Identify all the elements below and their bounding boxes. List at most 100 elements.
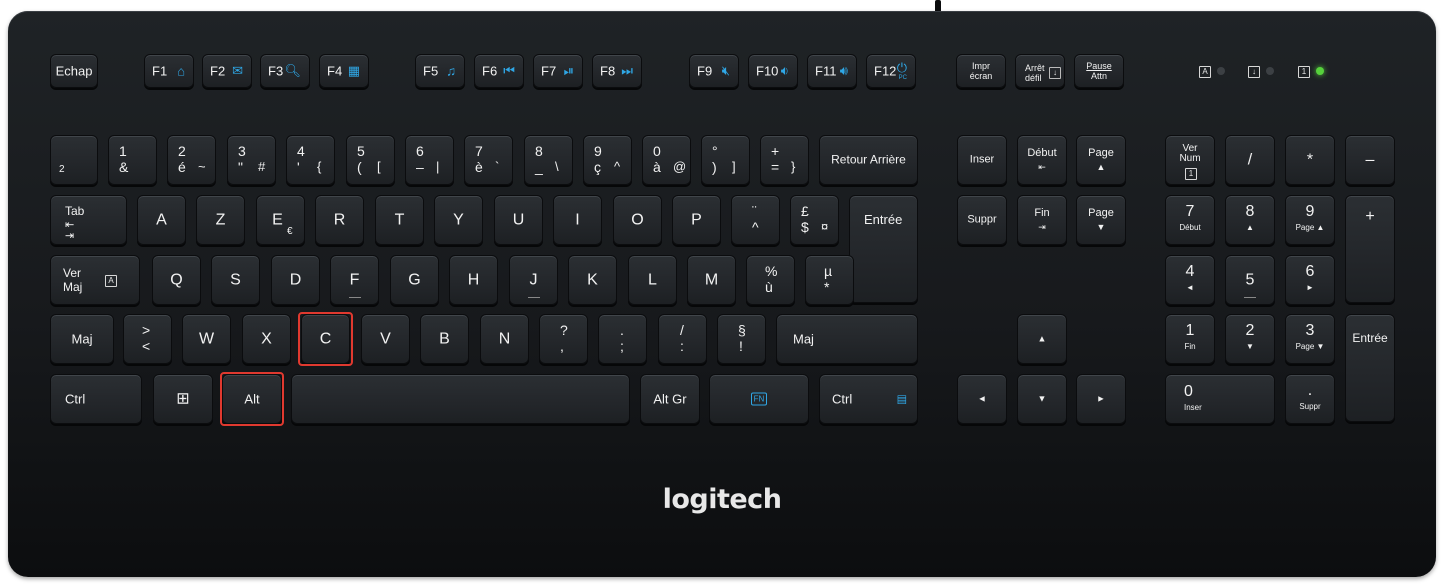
key-less-greater[interactable]: > < [123, 314, 172, 364]
key-inser[interactable]: Inser [957, 135, 1007, 185]
key-left-ctrl[interactable]: Ctrl [50, 374, 142, 424]
key-kp-multiply[interactable]: * [1285, 135, 1335, 185]
key-f[interactable]: F [330, 255, 379, 305]
key-right-ctrl[interactable]: Ctrl ▤ [819, 374, 918, 424]
key-f1[interactable]: F1 ⌂ [144, 54, 194, 88]
key-1[interactable]: 1 & [108, 135, 157, 185]
key-arrow-left[interactable]: ◄ [957, 374, 1007, 424]
key-kp-1[interactable]: 1 Fin [1165, 314, 1215, 364]
key-space[interactable] [291, 374, 630, 424]
key-kp-4[interactable]: 4 ◄ [1165, 255, 1215, 305]
key-w[interactable]: W [182, 314, 231, 364]
key-3[interactable]: 3 " # [227, 135, 276, 185]
key-d[interactable]: D [271, 255, 320, 305]
key-v[interactable]: V [361, 314, 410, 364]
key-arrow-up[interactable]: ▲ [1017, 314, 1067, 364]
key-2[interactable]: 2 é ~ [167, 135, 216, 185]
key-kp-6[interactable]: 6 ► [1285, 255, 1335, 305]
key-kp-3[interactable]: 3 Page ▼ [1285, 314, 1335, 364]
key-kp-5[interactable]: 5 [1225, 255, 1275, 305]
key-fn[interactable]: FN [709, 374, 809, 424]
key-semicolon[interactable]: .; [598, 314, 647, 364]
key-degree[interactable]: °)] [701, 135, 750, 185]
key-page-up[interactable]: Page ▲ [1076, 135, 1126, 185]
key-trema[interactable]: ¨ ^ [731, 195, 780, 245]
key-kp-enter[interactable]: Entrée [1345, 314, 1395, 422]
key-right-shift[interactable]: Maj [776, 314, 918, 364]
key-f11[interactable]: F11 🔊︎ [807, 54, 857, 88]
key-enter[interactable]: Entrée [849, 195, 918, 303]
key-5[interactable]: 5([ [346, 135, 395, 185]
key-alt-gr[interactable]: Alt Gr [640, 374, 700, 424]
key-left-shift[interactable]: Maj [50, 314, 114, 364]
key-arret-defil[interactable]: Arrêt défil ↓ [1015, 54, 1065, 88]
key-e[interactable]: E € [256, 195, 305, 245]
key-f5[interactable]: F5 ♫ [415, 54, 465, 88]
key-echap[interactable]: Echap [50, 54, 98, 88]
key-n[interactable]: N [480, 314, 529, 364]
key-percent[interactable]: % ù [746, 255, 795, 305]
key-mu[interactable]: µ * [805, 255, 854, 305]
key-f4[interactable]: F4 ▦ [319, 54, 369, 88]
key-fin[interactable]: Fin ⇥ [1017, 195, 1067, 245]
key-i[interactable]: I [553, 195, 602, 245]
key-g[interactable]: G [390, 255, 439, 305]
key-s[interactable]: S [211, 255, 260, 305]
key-p[interactable]: P [672, 195, 721, 245]
key-u[interactable]: U [494, 195, 543, 245]
key-f8[interactable]: F8 ⏭︎ [592, 54, 642, 88]
key-f7[interactable]: F7 ⏯︎ [533, 54, 583, 88]
key-kp-plus[interactable]: + [1345, 195, 1395, 303]
key-kp-8[interactable]: 8 ▲ [1225, 195, 1275, 245]
key-kp-9[interactable]: 9 Page ▲ [1285, 195, 1335, 245]
key-caps-lock[interactable]: Ver Maj A [50, 255, 140, 305]
key-7[interactable]: 7 è ` [464, 135, 513, 185]
key-kp-decimal[interactable]: . Suppr [1285, 374, 1335, 424]
key-b[interactable]: B [420, 314, 469, 364]
key-f10[interactable]: F10 🔉︎ [748, 54, 798, 88]
key-arrow-down[interactable]: ▼ [1017, 374, 1067, 424]
key-z[interactable]: Z [196, 195, 245, 245]
key-f12[interactable]: F12 ⏻ PC [866, 54, 916, 88]
key-4[interactable]: 4 '{ [286, 135, 335, 185]
key-backspace[interactable]: Retour Arrière [819, 135, 918, 185]
key-f3[interactable]: F3 🔍︎ [260, 54, 310, 88]
key-y[interactable]: Y [434, 195, 483, 245]
key-9[interactable]: 9 ç ^ [583, 135, 632, 185]
key-num-lock[interactable]: Ver Num 1 [1165, 135, 1215, 185]
key-f2[interactable]: F2 ✉ [202, 54, 252, 88]
key-pause-attn[interactable]: Pause Attn [1074, 54, 1124, 88]
key-question[interactable]: ?, [539, 314, 588, 364]
key-suppr[interactable]: Suppr [957, 195, 1007, 245]
key-8[interactable]: 8 _ \ [524, 135, 573, 185]
key-kp-2[interactable]: 2 ▼ [1225, 314, 1275, 364]
key-r[interactable]: R [315, 195, 364, 245]
key-kp-7[interactable]: 7 Début [1165, 195, 1215, 245]
key-arrow-right[interactable]: ► [1076, 374, 1126, 424]
key-0[interactable]: 0 à @ [642, 135, 691, 185]
key-colon[interactable]: /: [658, 314, 707, 364]
key-t[interactable]: T [375, 195, 424, 245]
key-debut[interactable]: Début ⇤ [1017, 135, 1067, 185]
key-kp-divide[interactable]: / [1225, 135, 1275, 185]
key-6[interactable]: 6– | [405, 135, 454, 185]
key-windows[interactable]: ⊞ [153, 374, 213, 424]
key-superscript-2[interactable]: 2 [50, 135, 98, 185]
key-l[interactable]: L [628, 255, 677, 305]
key-pound[interactable]: £ $ ¤ [790, 195, 839, 245]
key-f6[interactable]: F6 ⏮︎ [474, 54, 524, 88]
key-page-down[interactable]: Page ▼ [1076, 195, 1126, 245]
key-kp-0[interactable]: 0 Inser [1165, 374, 1275, 424]
key-q[interactable]: Q [152, 255, 201, 305]
key-k[interactable]: K [568, 255, 617, 305]
key-h[interactable]: H [449, 255, 498, 305]
key-x[interactable]: X [242, 314, 291, 364]
key-kp-minus[interactable]: – [1345, 135, 1395, 185]
key-j[interactable]: J [509, 255, 558, 305]
key-impr-ecran[interactable]: Impr écran [956, 54, 1006, 88]
key-f9[interactable]: F9 🔇︎ [689, 54, 739, 88]
key-section[interactable]: §! [717, 314, 766, 364]
key-a[interactable]: A [137, 195, 186, 245]
key-plus[interactable]: + =} [760, 135, 809, 185]
key-o[interactable]: O [613, 195, 662, 245]
